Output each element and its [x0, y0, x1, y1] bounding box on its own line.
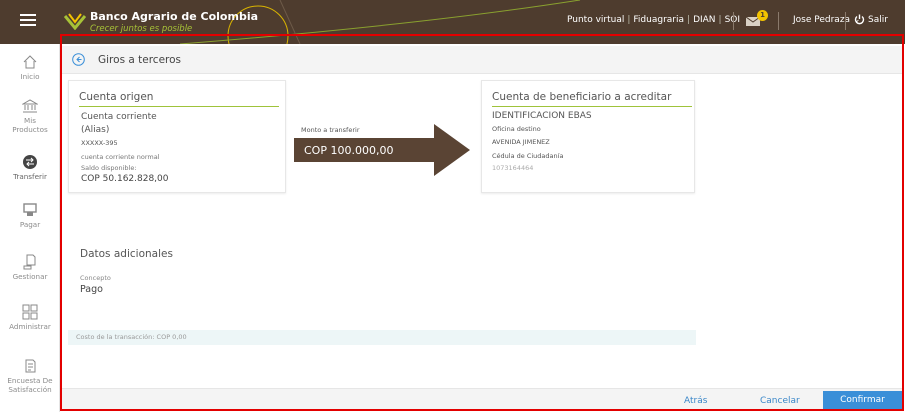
- notification-badge: 1: [757, 10, 768, 21]
- cancel-button[interactable]: Cancelar: [760, 396, 800, 406]
- sidebar-item-encuesta[interactable]: Encuesta De Satisfacción: [0, 358, 60, 394]
- concept-value: Pago: [80, 284, 103, 295]
- sidebar-item-inicio[interactable]: Inicio: [0, 54, 60, 81]
- link-separator: |: [687, 15, 691, 25]
- sidebar-item-label: Gestionar: [12, 272, 48, 281]
- home-icon: [23, 55, 37, 69]
- user-name: Jose Pedraza: [793, 15, 851, 25]
- bank-name: Banco Agrario de Colombia: [90, 10, 259, 23]
- beneficiary-name: IDENTIFICACION EBAS: [492, 111, 592, 121]
- back-button[interactable]: Atrás: [684, 396, 707, 406]
- origin-description: cuenta corriente normal: [81, 153, 160, 161]
- logout-button[interactable]: Salir: [868, 15, 888, 25]
- grid-icon: [22, 304, 38, 320]
- top-bar: Banco Agrario de Colombia Crecer juntos …: [0, 0, 905, 44]
- amount-value: COP 100.000,00: [304, 144, 394, 157]
- sidebar-item-label: Administrar: [9, 322, 51, 331]
- sidebar-item-label: Encuesta De Satisfacción: [7, 376, 53, 394]
- sidebar-item-label: Mis Productos: [12, 116, 48, 134]
- balance-label: Saldo disponible:: [81, 164, 137, 172]
- divider: [845, 12, 846, 30]
- action-footer: Atrás Cancelar Confirmar: [62, 388, 902, 410]
- page-title: Giros a terceros: [98, 54, 182, 66]
- top-links: Punto virtual|Fiduagraria|DIAN|SOI: [567, 15, 740, 25]
- balance-value: COP 50.162.828,00: [81, 174, 169, 184]
- page-header: Giros a terceros: [62, 46, 902, 74]
- sidebar-item-label: Inicio: [20, 72, 40, 81]
- sidebar-item-label: Pagar: [19, 220, 41, 229]
- confirm-button[interactable]: Confirmar: [823, 391, 902, 410]
- link-dian[interactable]: DIAN: [693, 15, 715, 25]
- additional-data-title: Datos adicionales: [80, 248, 173, 260]
- amount-label: Monto a transferir: [301, 126, 360, 134]
- document-type: Cédula de Ciudadanía: [492, 152, 564, 160]
- origin-card-title: Cuenta origen: [79, 91, 154, 103]
- bank-logo-icon: [64, 13, 86, 30]
- origin-account-card: Cuenta origen Cuenta corriente (Alias) X…: [68, 80, 286, 193]
- document-number: 1073164464: [492, 164, 534, 172]
- transfer-icon: [23, 155, 37, 169]
- origin-account-type: Cuenta corriente: [81, 112, 157, 122]
- sidebar-item-transferir[interactable]: Transferir: [0, 154, 60, 181]
- link-fiduagraria[interactable]: Fiduagraria: [633, 15, 684, 25]
- beneficiary-card-title: Cuenta de beneficiario a acreditar: [492, 91, 672, 103]
- sidebar-item-mis-productos[interactable]: Mis Productos: [0, 98, 60, 134]
- transaction-cost-text: Costo de la transacción: COP 0,00: [76, 333, 187, 341]
- sidebar: Inicio Mis Productos Transferir Pagar Ge…: [0, 44, 60, 412]
- sidebar-item-pagar[interactable]: Pagar: [0, 202, 60, 229]
- office-label: Oficina destino: [492, 125, 541, 133]
- sidebar-item-label: Transferir: [13, 172, 47, 181]
- bank-slogan: Crecer juntos es posible: [90, 24, 193, 34]
- divider: [778, 12, 779, 30]
- divider: [733, 12, 734, 30]
- origin-alias: (Alias): [81, 125, 110, 135]
- power-icon[interactable]: [854, 14, 865, 25]
- manage-icon: [23, 254, 36, 270]
- menu-icon[interactable]: [20, 14, 36, 27]
- title-underline: [79, 106, 279, 107]
- user-menu[interactable]: Jose Pedraza ⌄: [793, 15, 860, 25]
- office-value: AVENIDA JIMENEZ: [492, 138, 550, 146]
- beneficiary-account-card: Cuenta de beneficiario a acreditar IDENT…: [481, 80, 695, 193]
- sidebar-item-administrar[interactable]: Administrar: [0, 304, 60, 331]
- concept-label: Concepto: [80, 274, 111, 282]
- bank-icon: [22, 99, 38, 113]
- link-separator: |: [627, 15, 631, 25]
- sidebar-item-gestionar[interactable]: Gestionar: [0, 254, 60, 281]
- title-underline: [492, 106, 692, 107]
- pay-icon: [23, 203, 37, 216]
- link-punto-virtual[interactable]: Punto virtual: [567, 15, 624, 25]
- back-arrow-icon[interactable]: [72, 53, 85, 66]
- link-separator: |: [718, 15, 722, 25]
- survey-icon: [25, 359, 36, 373]
- origin-account-number: XXXXX-395: [81, 139, 118, 147]
- transaction-cost-bar: Costo de la transacción: COP 0,00: [68, 330, 696, 345]
